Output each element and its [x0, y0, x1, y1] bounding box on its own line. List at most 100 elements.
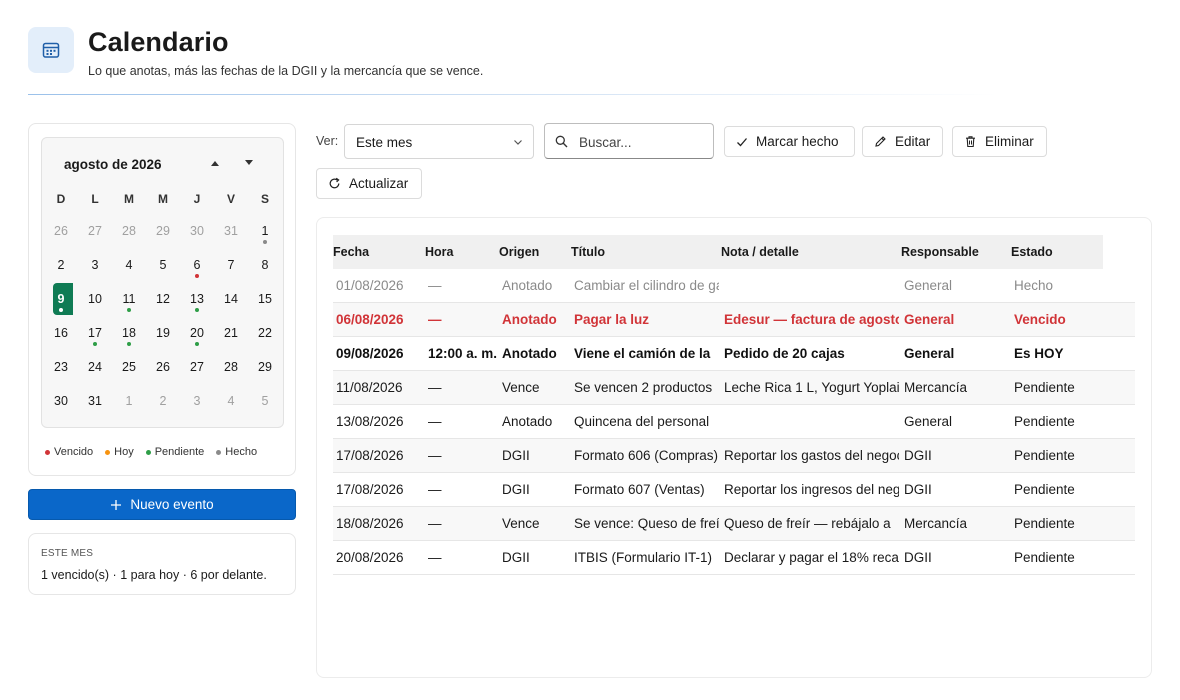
calendar-day[interactable]: 30	[180, 214, 214, 248]
cell-fecha: 09/08/2026	[336, 346, 404, 361]
calendar-day[interactable]: 31	[78, 384, 112, 418]
weekday-label: M	[158, 192, 168, 206]
edit-button[interactable]: Editar	[862, 126, 943, 157]
cell-nota	[724, 405, 899, 439]
calendar-day[interactable]: 18	[112, 316, 146, 350]
legend-label: Hoy	[114, 446, 134, 458]
calendar-day[interactable]: 15	[248, 282, 282, 316]
cell-estado: Pendiente	[1014, 482, 1075, 497]
table-row[interactable]: 09/08/2026 12:00 a. m. Anotado Viene el cam…	[333, 337, 1135, 371]
calendar-day[interactable]: 6	[180, 248, 214, 282]
column-header-fecha[interactable]: Fecha	[333, 235, 369, 269]
calendar-day-number: 28	[122, 224, 136, 238]
calendar-day[interactable]: 4	[112, 248, 146, 282]
mark-done-button[interactable]: Marcar hecho	[724, 126, 855, 157]
calendar-day[interactable]: 26	[44, 214, 78, 248]
calendar-day[interactable]: 10	[78, 282, 112, 316]
previous-month-icon[interactable]	[206, 154, 224, 172]
new-event-button[interactable]: Nuevo evento	[28, 489, 296, 520]
calendar-day[interactable]: 11	[112, 282, 146, 316]
calendar-day[interactable]: 5	[146, 248, 180, 282]
column-header-hora[interactable]: Hora	[425, 235, 453, 269]
calendar-day[interactable]: 16	[44, 316, 78, 350]
column-header-origen[interactable]: Origen	[499, 235, 539, 269]
calendar-day[interactable]: 3	[180, 384, 214, 418]
calendar-day[interactable]: 28	[214, 350, 248, 384]
calendar-day[interactable]: 14	[214, 282, 248, 316]
event-dot	[195, 274, 199, 278]
column-header-estado[interactable]: Estado	[1011, 235, 1053, 269]
calendar-day[interactable]: 27	[180, 350, 214, 384]
calendar-day[interactable]: 29	[248, 350, 282, 384]
calendar-day[interactable]: 23	[44, 350, 78, 384]
cell-hora: —	[428, 448, 442, 463]
column-header-titulo[interactable]: Título	[571, 235, 605, 269]
table-row[interactable]: 17/08/2026 — DGII Formato 607 (Ventas) Repor…	[333, 473, 1135, 507]
calendar-card: agosto de 2026 DLMMJVS 26 27 28 29 30 31 1 2 3 4 5…	[28, 123, 296, 476]
column-header-responsable[interactable]: Responsable	[901, 235, 979, 269]
cell-origen: Vence	[502, 516, 540, 531]
cell-fecha: 17/08/2026	[336, 482, 404, 497]
calendar-day[interactable]: 28	[112, 214, 146, 248]
cell-fecha: 11/08/2026	[336, 380, 403, 395]
calendar-day[interactable]: 13	[180, 282, 214, 316]
table-row[interactable]: 11/08/2026 — Vence Se vencen 2 productos Lec…	[333, 371, 1135, 405]
calendar-day[interactable]: 30	[44, 384, 78, 418]
calendar-day[interactable]: 22	[248, 316, 282, 350]
cell-origen: Anotado	[502, 346, 557, 361]
table-row[interactable]: 20/08/2026 — DGII ITBIS (Formulario IT-1) De…	[333, 541, 1135, 575]
calendar-day-number: 16	[54, 326, 68, 340]
calendar-day[interactable]: 1	[248, 214, 282, 248]
legend-label: Hecho	[225, 446, 258, 458]
search-box[interactable]	[544, 123, 714, 159]
calendar-day[interactable]: 26	[146, 350, 180, 384]
calendar-day-selected[interactable]: 9	[44, 282, 78, 316]
search-input[interactable]	[579, 132, 707, 152]
calendar-day[interactable]: 25	[112, 350, 146, 384]
calendar-day-number: 18	[122, 326, 136, 340]
calendar-day[interactable]: 29	[146, 214, 180, 248]
weekday-label: D	[56, 192, 66, 206]
calendar-day[interactable]: 27	[78, 214, 112, 248]
calendar-day[interactable]: 17	[78, 316, 112, 350]
calendar-day-number: 28	[224, 360, 238, 374]
calendar-day-number: 2	[159, 394, 167, 408]
event-dot	[59, 308, 63, 312]
cell-resp: DGII	[904, 482, 932, 497]
calendar-day[interactable]: 7	[214, 248, 248, 282]
calendar-day-number: 26	[54, 224, 68, 238]
view-select[interactable]: Este mes	[344, 124, 534, 159]
table-row[interactable]: 18/08/2026 — Vence Se vence: Queso de freír…	[333, 507, 1135, 541]
calendar-month-label[interactable]: agosto de 2026	[64, 157, 162, 172]
calendar-day[interactable]: 20	[180, 316, 214, 350]
calendar-day[interactable]: 4	[214, 384, 248, 418]
cell-hora: —	[428, 516, 442, 531]
calendar-day-number: 9	[57, 292, 65, 306]
calendar-day-number: 12	[156, 292, 170, 306]
next-month-icon[interactable]	[240, 154, 258, 172]
calendar-day-number: 20	[190, 326, 204, 340]
calendar-day[interactable]: 5	[248, 384, 282, 418]
calendar-day[interactable]: 12	[146, 282, 180, 316]
calendar-day[interactable]: 31	[214, 214, 248, 248]
calendar-day[interactable]: 2	[44, 248, 78, 282]
table-row[interactable]: 01/08/2026 — Anotado Cambiar el cilindro de…	[333, 269, 1135, 303]
calendar-day[interactable]: 19	[146, 316, 180, 350]
table-row[interactable]: 17/08/2026 — DGII Formato 606 (Compras) Repo…	[333, 439, 1135, 473]
refresh-button[interactable]: Actualizar	[316, 168, 422, 199]
cell-origen: Anotado	[502, 278, 553, 293]
delete-button[interactable]: Eliminar	[952, 126, 1047, 157]
calendar-day[interactable]: 2	[146, 384, 180, 418]
table-body: 01/08/2026 — Anotado Cambiar el cilindro de…	[333, 269, 1135, 575]
calendar-day[interactable]: 1	[112, 384, 146, 418]
column-header-nota[interactable]: Nota / detalle	[721, 235, 799, 269]
calendar-day[interactable]: 3	[78, 248, 112, 282]
calendar-day[interactable]: 8	[248, 248, 282, 282]
calendar-day[interactable]: 21	[214, 316, 248, 350]
calendar-day-number: 4	[227, 394, 235, 408]
calendar-day[interactable]: 24	[78, 350, 112, 384]
table-row[interactable]: 13/08/2026 — Anotado Quincena del personal G…	[333, 405, 1135, 439]
chevron-down-icon	[514, 140, 522, 145]
edit-label: Editar	[895, 134, 931, 149]
table-row[interactable]: 06/08/2026 — Anotado Pagar la luz Edesur — f…	[333, 303, 1135, 337]
